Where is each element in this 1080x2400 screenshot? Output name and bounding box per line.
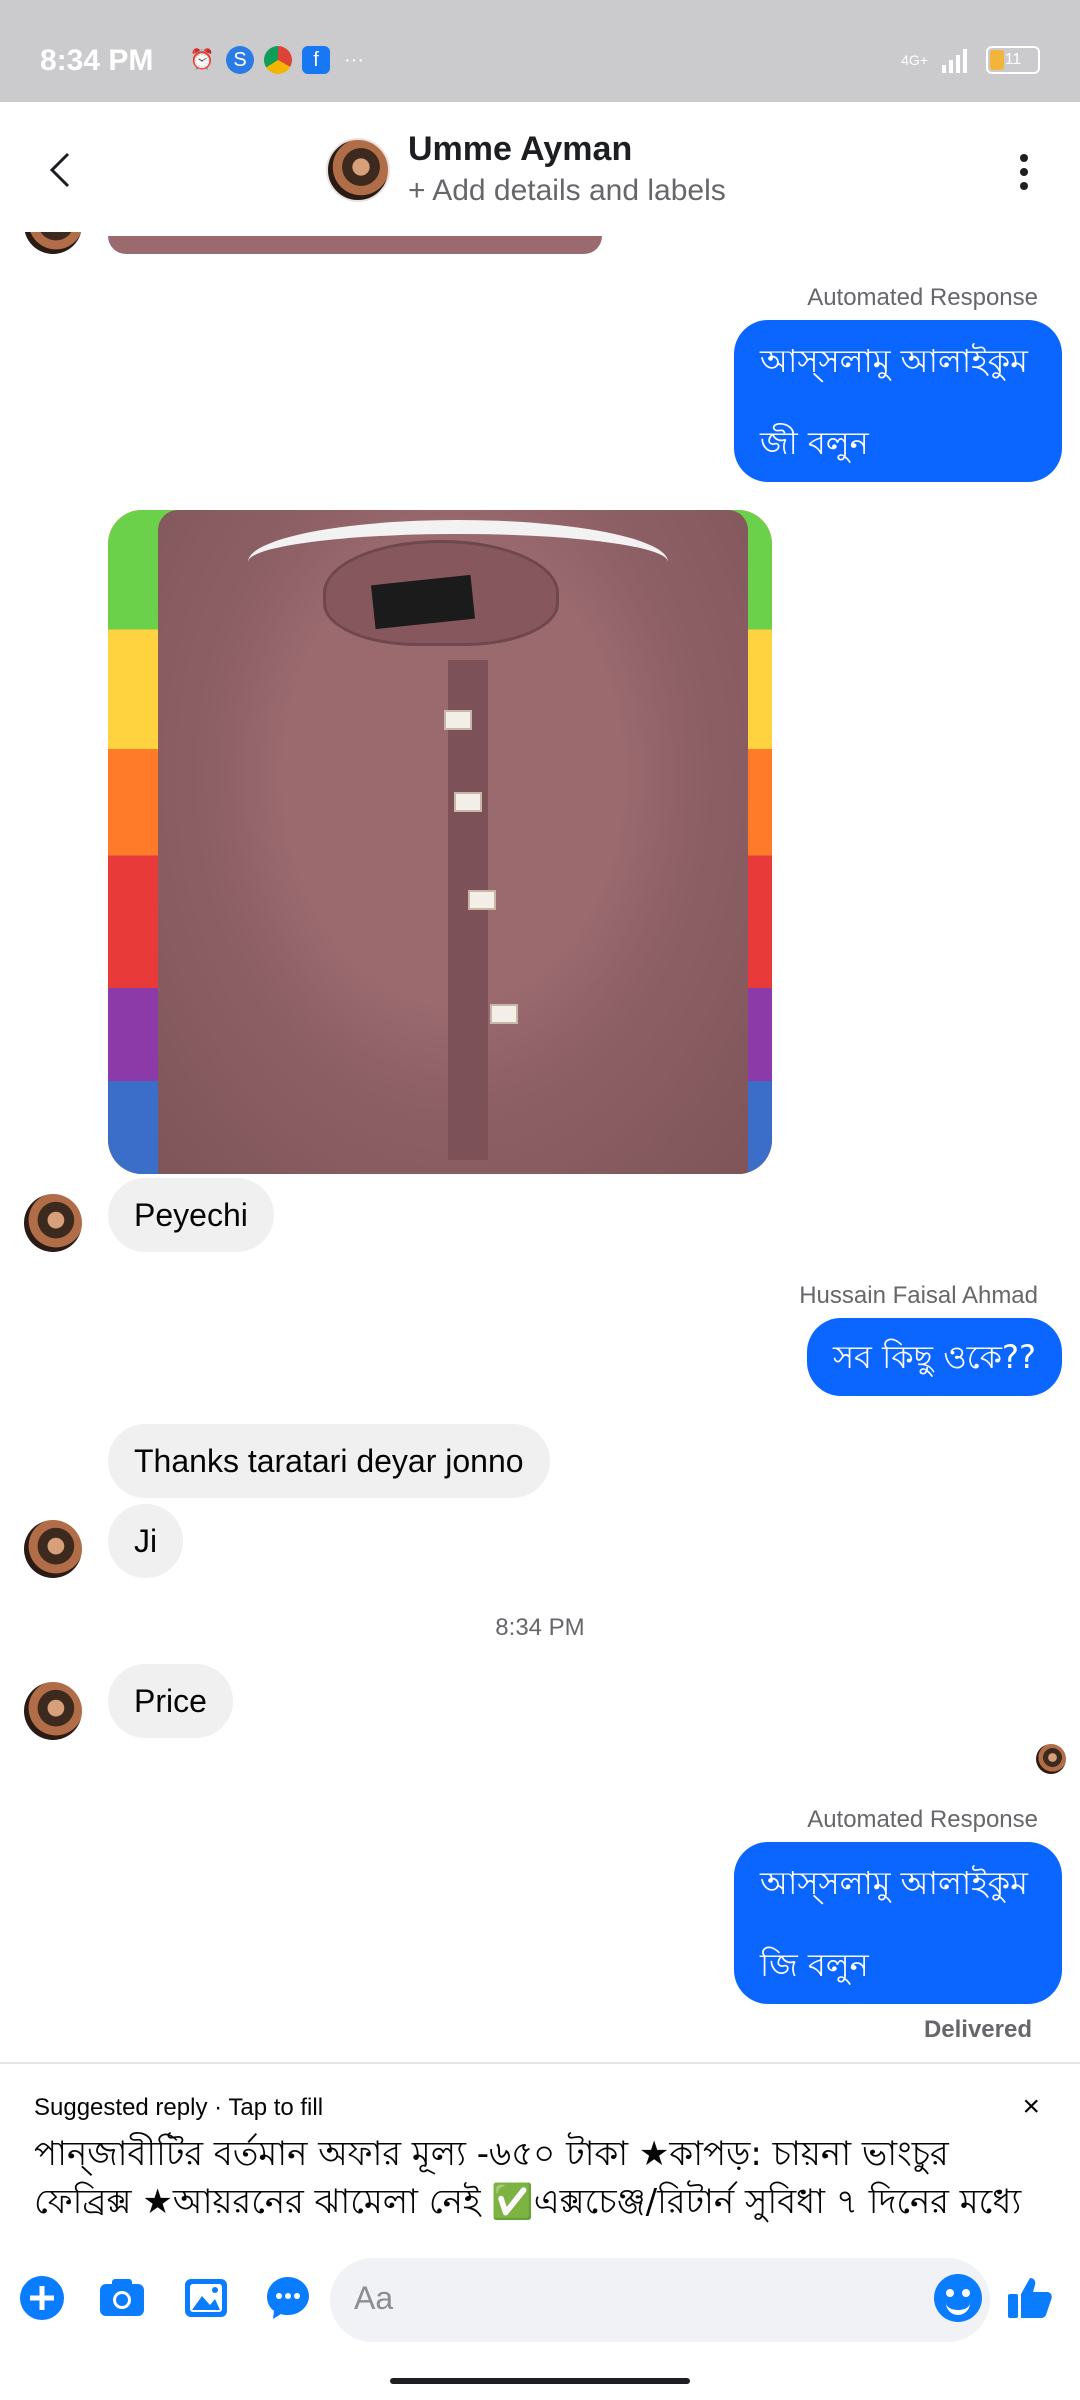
contact-avatar-small[interactable] [24, 1682, 82, 1740]
incoming-message[interactable]: Thanks taratari deyar jonno [108, 1424, 550, 1498]
battery-icon: 11 [986, 46, 1040, 74]
battery-level: 11 [1004, 51, 1022, 68]
sender-label: Automated Response [807, 284, 1038, 311]
incoming-message[interactable]: Ji [108, 1504, 184, 1578]
input-placeholder: Aa [354, 2280, 394, 2316]
time-divider: 8:34 PM [495, 1614, 585, 1641]
message-input[interactable]: Aa [330, 2258, 990, 2342]
suggested-reply-text[interactable]: পান্জাবীটির বর্তমান অফার মূল্য -৬৫০ টাকা… [34, 2130, 1044, 2226]
product-photo[interactable] [108, 510, 772, 1174]
sender-label: Automated Response [807, 1806, 1038, 1833]
facebook-icon: f [302, 46, 330, 74]
incoming-message[interactable]: Peyechi [108, 1178, 274, 1252]
alarm-icon: ⏰ [189, 49, 215, 71]
home-indicator[interactable] [390, 2378, 690, 2384]
divider [0, 2062, 1080, 2064]
delivered-status: Delivered [923, 2016, 1032, 2043]
close-icon[interactable]: × [1022, 2090, 1040, 2124]
gallery-icon[interactable] [182, 2274, 230, 2322]
status-bar: 8:34 PM ⏰ S f ··· 4G+ 11 [0, 0, 1080, 102]
message-line: জি বলুন [760, 1946, 869, 1984]
message-line: আস্সলামু আলাইকুম [760, 1864, 1028, 1902]
network-label: 4G+ [901, 52, 928, 68]
sender-label: Hussain Faisal Ahmad [799, 1282, 1038, 1309]
outgoing-message[interactable]: আস্সলামু আলাইকুম জী বলুন [734, 320, 1062, 482]
incoming-message[interactable]: Price [108, 1664, 233, 1738]
status-right: 4G+ 11 [901, 46, 1040, 74]
shazam-icon: S [226, 46, 254, 74]
contact-avatar-small[interactable] [24, 1520, 82, 1578]
back-arrow-icon[interactable] [40, 146, 80, 194]
contact-avatar[interactable] [326, 138, 390, 202]
more-dots-icon: ··· [344, 49, 364, 71]
chrome-icon [264, 46, 292, 74]
signal-icon [942, 49, 967, 73]
emoji-icon[interactable] [934, 2274, 982, 2322]
camera-icon[interactable] [98, 2274, 146, 2322]
chat-header: Umme Ayman + Add details and labels [0, 102, 1080, 236]
message-line: আস্সলামু আলাইকুম [760, 342, 1028, 380]
contact-avatar-small[interactable] [24, 1194, 82, 1252]
status-icons: ⏰ S f ··· [188, 46, 368, 74]
add-details-link[interactable]: + Add details and labels [408, 174, 726, 208]
contact-name[interactable]: Umme Ayman [408, 130, 632, 169]
suggested-reply-title: Suggested reply · Tap to fill [34, 2094, 324, 2121]
message-composer: Aa [0, 2258, 1080, 2346]
more-options-icon[interactable] [1020, 154, 1028, 196]
plus-icon[interactable] [18, 2274, 66, 2322]
message-line: জী বলুন [760, 424, 869, 462]
thumbs-up-icon[interactable] [1006, 2274, 1054, 2322]
chat-bubble-icon[interactable] [264, 2274, 312, 2322]
previous-image-edge[interactable] [108, 236, 602, 254]
outgoing-message[interactable]: সব কিছু ওকে?? [807, 1318, 1062, 1396]
seen-avatar [1036, 1744, 1066, 1774]
outgoing-message[interactable]: আস্সলামু আলাইকুম জি বলুন [734, 1842, 1062, 2004]
status-time: 8:34 PM [40, 44, 154, 77]
